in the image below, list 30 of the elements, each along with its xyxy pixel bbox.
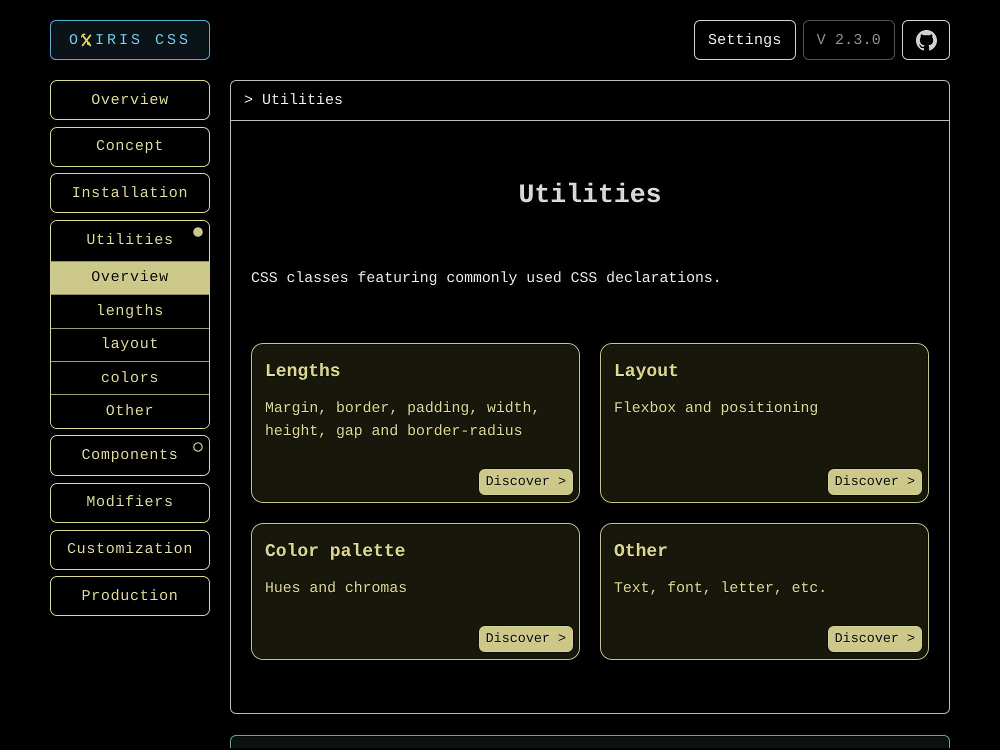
nav-item[interactable]: Customization xyxy=(50,530,210,570)
nav-item[interactable]: Modifiers xyxy=(50,482,210,523)
card-description: Hues and chromas xyxy=(265,580,408,599)
nav-subitem[interactable]: Other xyxy=(51,394,209,428)
settings-button[interactable]: Settings xyxy=(694,20,796,60)
crossed-tools-icon xyxy=(81,33,92,47)
discover-button[interactable]: Discover > xyxy=(478,626,573,652)
cat-icon xyxy=(916,30,936,50)
discover-button[interactable]: Discover > xyxy=(478,469,573,495)
logo-link[interactable]: O IRIS CSS xyxy=(50,20,210,60)
nav-subitem[interactable]: Overview xyxy=(51,260,209,294)
discover-button[interactable]: Discover > xyxy=(828,626,922,652)
card-description: Text, font, letter, etc. xyxy=(614,580,828,599)
card-description: Margin, border, padding, width, height, gap and border-radius xyxy=(265,400,542,442)
nav-item[interactable]: Components xyxy=(50,435,210,476)
nav-item[interactable]: Concept xyxy=(50,126,210,167)
page-title: Utilities xyxy=(517,179,663,211)
discover-button[interactable]: Discover > xyxy=(828,469,922,495)
version-label: V 2.3.0 xyxy=(802,20,895,60)
nav-item[interactable]: Production xyxy=(50,576,210,616)
card-description: Flexbox and positioning xyxy=(614,400,820,419)
card-title: Other xyxy=(614,541,670,564)
nav-item[interactable]: Installation xyxy=(50,173,210,214)
nav-item[interactable]: Overview xyxy=(50,80,210,120)
cat-logo-button[interactable] xyxy=(902,20,950,60)
card-title: Layout xyxy=(614,361,680,384)
card-title: Color palette xyxy=(265,541,406,564)
breadcrumb-text: > Utilities xyxy=(244,92,344,109)
page-description: CSS classes featuring commonly used CSS declarations. xyxy=(251,270,723,288)
card-title: Lengths xyxy=(265,361,342,384)
